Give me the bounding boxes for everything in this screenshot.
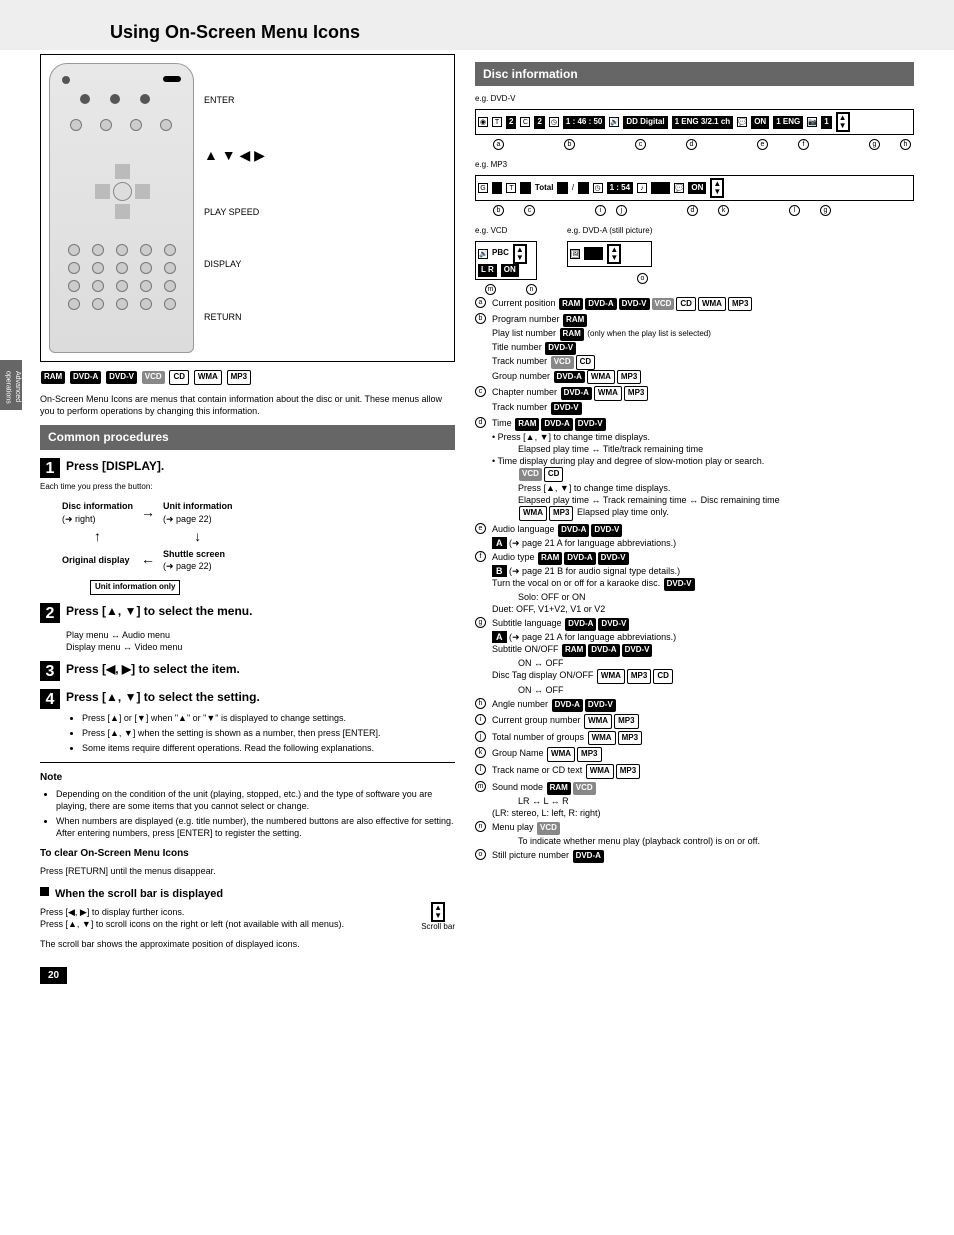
playspeed-label: PLAY SPEED: [204, 206, 259, 218]
step-4-num: 4: [40, 689, 60, 709]
clear-text: Press [RETURN] until the menus disappear…: [40, 865, 455, 877]
remote-figure: ENTER ▲ ▼ ◀ ▶ PLAY SPEED DISPLAY RETURN: [40, 54, 455, 362]
callout-letters-2: b c i j d k l g: [493, 205, 914, 216]
osd-vcd: 🔊 PBC ▲▼ L R ON: [475, 241, 537, 280]
format-badge: VCD: [142, 371, 165, 384]
chapter-icon: C: [520, 117, 530, 127]
scroll-text-1: Press [◀, ▶] to display further icons. P…: [40, 906, 411, 930]
step4-bullet: Press [▲, ▼] when the setting is shown a…: [82, 727, 455, 739]
note-item: When numbers are displayed (e.g. title n…: [56, 815, 455, 839]
format-badge: CD: [169, 370, 189, 385]
step-3-num: 3: [40, 661, 60, 681]
format-badge: DVD-V: [106, 371, 137, 384]
remote-control-image: [49, 63, 194, 353]
scroll-text-2: The scroll bar shows the approximate pos…: [40, 938, 455, 950]
picture-icon: 🖼: [570, 249, 580, 259]
step-4-label: Press [▲, ▼] to select the setting.: [66, 689, 260, 709]
step-2-flow: Play menu ↔ Audio menu Display menu ↔ Vi…: [66, 629, 455, 653]
step-2-num: 2: [40, 603, 60, 623]
display-label: DISPLAY: [204, 258, 241, 270]
display-flow: Disc information(➜ right) → Unit informa…: [40, 498, 455, 594]
track-icon: T: [506, 183, 516, 193]
step4-bullet: Some items require different operations.…: [82, 742, 455, 754]
clock-icon: ◷: [593, 183, 603, 193]
step-3-label: Press [◀, ▶] to select the item.: [66, 661, 240, 681]
intro-text: On-Screen Menu Icons are menus that cont…: [40, 393, 455, 417]
return-label: RETURN: [204, 311, 242, 323]
title-icon: T: [492, 117, 502, 127]
osd-dvdv: ◉ T 2 C 2 ◷ 1 : 46 : 50 🔊 DD Digital 1 E…: [475, 109, 914, 135]
note-item: Depending on the condition of the unit (…: [56, 788, 455, 812]
audio-icon: 🔊: [478, 249, 488, 259]
scroll-bar-label: Scroll bar: [421, 922, 455, 933]
osd-mp3: G T Total / ◷ 1 : 54 ♪ 💬 ON ▲▼: [475, 175, 914, 201]
enter-label: ENTER: [204, 94, 235, 106]
clear-heading: To clear On-Screen Menu Icons: [40, 847, 455, 861]
notes-heading: Note: [40, 771, 455, 785]
audio-icon: 🔊: [609, 117, 619, 127]
subtitle-icon: 💬: [674, 183, 684, 193]
step-2-label: Press [▲, ▼] to select the menu.: [66, 603, 252, 623]
square-bullet-icon: [40, 887, 49, 896]
page-title: Using On-Screen Menu Icons: [110, 20, 914, 44]
format-badge: WMA: [194, 370, 222, 385]
scroll-bar-icon: ▲▼: [431, 902, 445, 922]
section-common: Common procedures: [40, 425, 455, 449]
side-tab: Advanced operations: [0, 360, 22, 410]
arrow-keys-label: ▲ ▼ ◀ ▶: [204, 146, 446, 165]
callout-letters-1: a b c d e f g h: [493, 139, 914, 150]
subtitle-icon: 💬: [737, 117, 747, 127]
step-1-num: 1: [40, 458, 60, 478]
disc-icon: ◉: [478, 117, 488, 127]
group-icon: G: [478, 183, 488, 193]
remote-callouts: ENTER ▲ ▼ ◀ ▶ PLAY SPEED DISPLAY RETURN: [204, 63, 446, 353]
unit-info-only-box: Unit information only: [90, 580, 180, 595]
page-number: 20: [40, 967, 67, 985]
angle-icon: 📷: [807, 117, 817, 127]
scroll-heading: When the scroll bar is displayed: [55, 887, 223, 902]
osd-dvda-still: 🖼 ▲▼: [567, 241, 652, 267]
format-badge: DVD-A: [70, 371, 101, 384]
format-badge: MP3: [227, 370, 251, 385]
format-badge: RAM: [41, 371, 65, 384]
clock-icon: ◷: [549, 117, 559, 127]
step4-bullet: Press [▲] or [▼] when "▲" or "▼" is disp…: [82, 712, 455, 724]
name-icon: ♪: [637, 183, 647, 193]
section-disc-info: Disc information: [475, 62, 914, 86]
step-1-label: Press [DISPLAY].: [66, 458, 164, 478]
